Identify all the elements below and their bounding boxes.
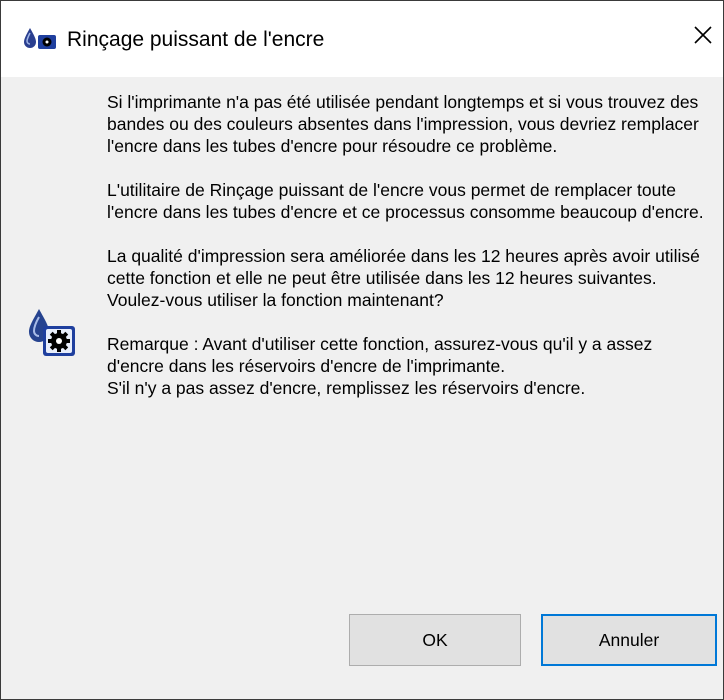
close-button[interactable] bbox=[683, 17, 723, 57]
ink-drop-gear-icon bbox=[25, 307, 81, 363]
close-icon bbox=[694, 25, 712, 49]
message-question: Voulez-vous utiliser la fonction mainten… bbox=[107, 290, 444, 310]
message-paragraph-1: Si l'imprimante n'a pas été utilisée pen… bbox=[107, 92, 699, 156]
note-line-2: S'il n'y a pas assez d'encre, remplissez… bbox=[107, 378, 586, 398]
note-line-1: Remarque : Avant d'utiliser cette foncti… bbox=[107, 334, 653, 376]
dialog-window: Rinçage puissant de l'encre Si l'imprima… bbox=[0, 0, 724, 700]
cancel-button[interactable]: Annuler bbox=[541, 614, 717, 666]
ok-button[interactable]: OK bbox=[349, 614, 521, 666]
message-text: Si l'imprimante n'a pas été utilisée pen… bbox=[107, 91, 707, 399]
printer-ink-drop-icon bbox=[21, 25, 61, 55]
message-paragraph-3: La qualité d'impression sera améliorée d… bbox=[107, 246, 700, 288]
window-title: Rinçage puissant de l'encre bbox=[67, 28, 325, 51]
title-bar[interactable]: Rinçage puissant de l'encre bbox=[1, 1, 723, 77]
dialog-body: Si l'imprimante n'a pas été utilisée pen… bbox=[1, 77, 723, 699]
message-paragraph-2: L'utilitaire de Rinçage puissant de l'en… bbox=[107, 180, 704, 222]
